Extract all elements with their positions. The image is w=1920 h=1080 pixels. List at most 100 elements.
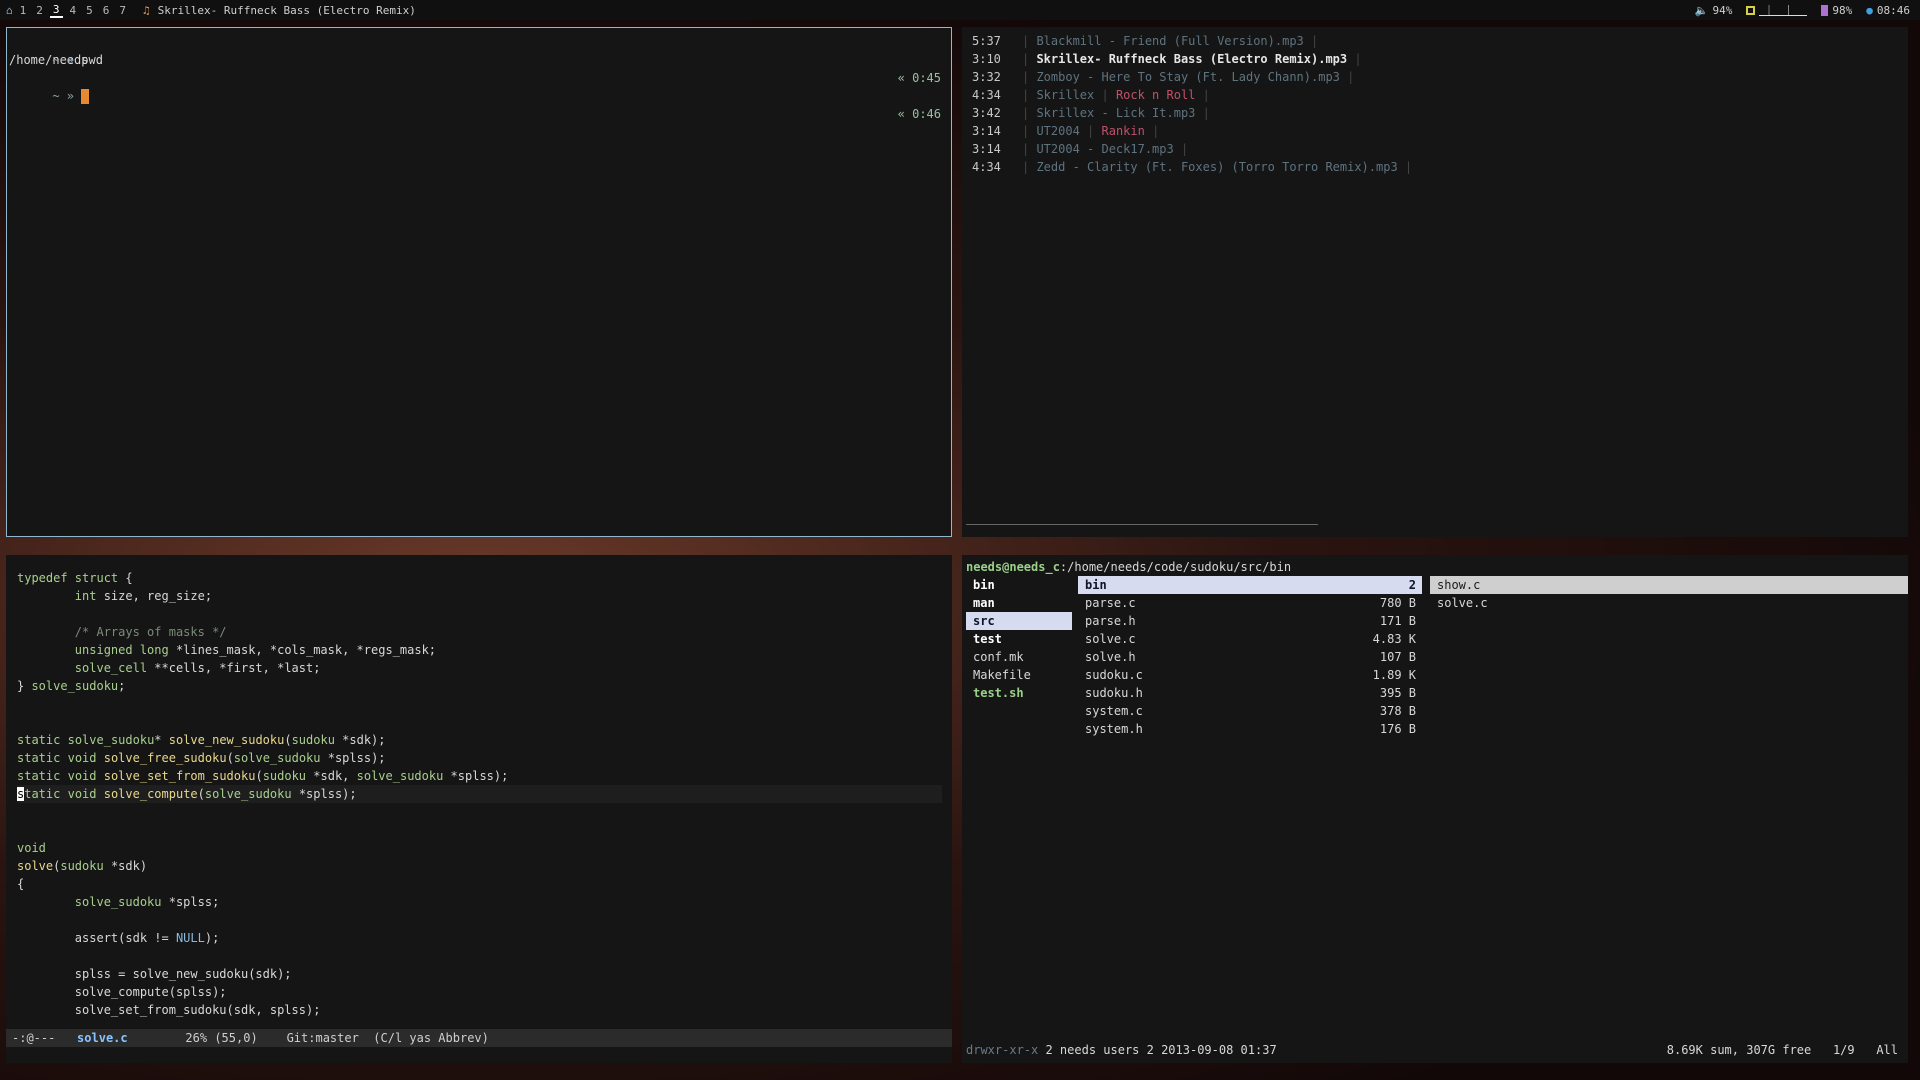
file-name: solve.h — [1085, 650, 1136, 664]
workspace-2[interactable]: 2 — [33, 4, 46, 17]
file-size: 2 — [1408, 578, 1416, 592]
file-entry[interactable]: system.h 176 B — [1078, 720, 1422, 738]
workspace-4[interactable]: 4 — [67, 4, 80, 17]
track-duration: 4:34 — [972, 160, 1001, 174]
separator: | — [1347, 52, 1362, 66]
top-status-bar: ⌂ 1 2 3 4 5 6 7 ♫ Skrillex- Ruffneck Bas… — [0, 0, 1920, 20]
workspace-3[interactable]: 3 — [49, 3, 63, 18]
terminal-pane[interactable]: ~ » pwd « 0:45 /home/needs ~ » « 0:46 — [6, 27, 952, 537]
separator: | — [1022, 160, 1037, 174]
track-duration: 3:32 — [972, 70, 1001, 84]
disk-summary: 8.69K sum, 307G free — [1666, 1043, 1812, 1057]
workspace-6[interactable]: 6 — [100, 4, 113, 17]
separator: | — [1094, 88, 1116, 102]
major-mode: (C/l yas Abbrev) — [373, 1031, 489, 1045]
cpu-indicator — [1746, 4, 1808, 16]
music-player-pane[interactable]: 5:37 | Blackmill - Friend (Full Version).… — [962, 27, 1908, 537]
file-name: system.h — [1085, 722, 1143, 736]
buffer-filename: solve.c — [77, 1031, 128, 1045]
file-entry[interactable]: show.c — [1430, 576, 1908, 594]
file-name: conf.mk — [973, 650, 1024, 664]
file-size: 4.83 K — [1372, 632, 1416, 646]
separator: | — [1303, 34, 1319, 48]
file-entry[interactable]: solve.c — [1430, 594, 1908, 612]
workspace-5[interactable]: 5 — [83, 4, 96, 17]
file-entry[interactable]: bin 2 — [1078, 576, 1422, 594]
clock-indicator: ● 08:46 — [1866, 4, 1910, 17]
file-entry[interactable]: parse.h 171 B — [1078, 612, 1422, 630]
file-name: solve.c — [1437, 596, 1488, 610]
file-entry[interactable]: parse.c 780 B — [1078, 594, 1422, 612]
track-row[interactable]: 3:14 | UT2004 - Deck17.mp3 | — [962, 140, 1908, 158]
current-directory-column: bin 2 parse.c 780 B parse.h 171 B solve.c 4.83 … — [1078, 576, 1422, 738]
track-title: UT2004 — [1036, 124, 1080, 138]
track-row[interactable]: 3:32 | Zomboy - Here To Stay (Ft. Lady Ch… — [962, 68, 1908, 86]
file-name: show.c — [1437, 578, 1481, 592]
file-entry[interactable]: sudoku.h 395 B — [1078, 684, 1422, 702]
track-title: Skrillex- Ruffneck Bass (Electro Remix).… — [1036, 52, 1348, 66]
buffer-state: -:@--- — [12, 1031, 56, 1045]
file-name: parse.h — [1085, 614, 1136, 628]
music-note-icon: ♫ — [143, 3, 150, 17]
file-name: system.c — [1085, 704, 1143, 718]
clock-value: 08:46 — [1876, 3, 1910, 17]
file-entry[interactable]: src — [966, 612, 1072, 630]
track-row[interactable]: 3:10 | Skrillex- Ruffneck Bass (Electro R… — [962, 50, 1908, 68]
workspace-7[interactable]: 7 — [116, 4, 129, 17]
file-entry[interactable]: test.sh — [966, 684, 1072, 702]
terminal-line: ~ » pwd « 0:45 — [9, 33, 951, 85]
file-entry[interactable]: system.c 378 B — [1078, 702, 1422, 720]
file-entry[interactable]: man — [966, 594, 1072, 612]
text-cursor — [81, 89, 90, 104]
workspace-switcher: ⌂ 1 2 3 4 5 6 7 ♫ Skrillex- Ruffneck Bas… — [0, 3, 416, 18]
track-album: Rankin — [1101, 124, 1145, 138]
track-row[interactable]: 4:34 | Skrillex | Rock n Roll | — [962, 86, 1908, 104]
file-entry[interactable]: bin — [966, 576, 1072, 594]
track-duration: 4:34 — [972, 88, 1001, 102]
file-size: 171 B — [1379, 614, 1416, 628]
file-size: 780 B — [1379, 596, 1416, 610]
timestamp: « 0:46 — [897, 107, 941, 121]
code-editor-pane[interactable]: typedef struct { int size, reg_size; /* … — [6, 555, 952, 1063]
track-row[interactable]: 4:34 | Zedd - Clarity (Ft. Foxes) (Torro … — [962, 158, 1908, 176]
file-name: Makefile — [973, 668, 1031, 682]
file-entry[interactable]: Makefile — [966, 666, 1072, 684]
separator: | — [1022, 88, 1037, 102]
file-entry[interactable]: sudoku.c 1.89 K — [1078, 666, 1422, 684]
file-entry[interactable]: solve.c 4.83 K — [1078, 630, 1422, 648]
file-name: sudoku.c — [1085, 668, 1143, 682]
separator: | — [1022, 124, 1037, 138]
separator: | — [1022, 106, 1037, 120]
track-row[interactable]: 3:14 | UT2004 | Rankin | — [962, 122, 1908, 140]
workspace-1[interactable]: 1 — [17, 4, 30, 17]
playlist: 5:37 | Blackmill - Friend (Full Version).… — [962, 27, 1908, 176]
track-duration: 3:10 — [972, 52, 1001, 66]
file-entry[interactable]: solve.h 107 B — [1078, 648, 1422, 666]
separator: | — [1144, 124, 1160, 138]
file-info: 2 needs users 2 2013-09-08 01:37 — [1045, 1043, 1277, 1057]
file-size: 378 B — [1379, 704, 1416, 718]
file-manager-pane[interactable]: needs@needs_c:/home/needs/code/sudoku/sr… — [962, 555, 1908, 1063]
scroll-scope: All — [1876, 1043, 1898, 1057]
track-title: Skrillex — [1036, 88, 1095, 102]
command: pwd — [81, 53, 103, 67]
file-manager-status: drwxr-xr-x 2 needs users 2 2013-09-08 01… — [966, 1041, 1898, 1059]
file-entry[interactable]: test — [966, 630, 1072, 648]
separator: | — [1195, 88, 1210, 102]
track-row[interactable]: 5:37 | Blackmill - Friend (Full Version).… — [962, 32, 1908, 50]
file-name: test.sh — [973, 686, 1024, 700]
playback-progress-bar[interactable] — [966, 524, 1318, 525]
battery-indicator: 98% — [1821, 4, 1852, 17]
track-row[interactable]: 3:42 | Skrillex - Lick It.mp3 | — [962, 104, 1908, 122]
code-buffer[interactable]: typedef struct { int size, reg_size; /* … — [6, 555, 952, 1019]
battery-icon — [1821, 4, 1829, 16]
track-title: Zedd - Clarity (Ft. Foxes) (Torro Torro … — [1036, 160, 1398, 174]
volume-indicator[interactable]: 🔈 94% — [1695, 4, 1733, 17]
file-entry[interactable]: conf.mk — [966, 648, 1072, 666]
file-size: 1.89 K — [1372, 668, 1416, 682]
track-title: Zomboy - Here To Stay (Ft. Lady Chann).m… — [1036, 70, 1340, 84]
separator: | — [1339, 70, 1355, 84]
file-size: 395 B — [1379, 686, 1416, 700]
window-title: Skrillex- Ruffneck Bass (Electro Remix) — [157, 3, 416, 17]
separator: | — [1022, 142, 1037, 156]
